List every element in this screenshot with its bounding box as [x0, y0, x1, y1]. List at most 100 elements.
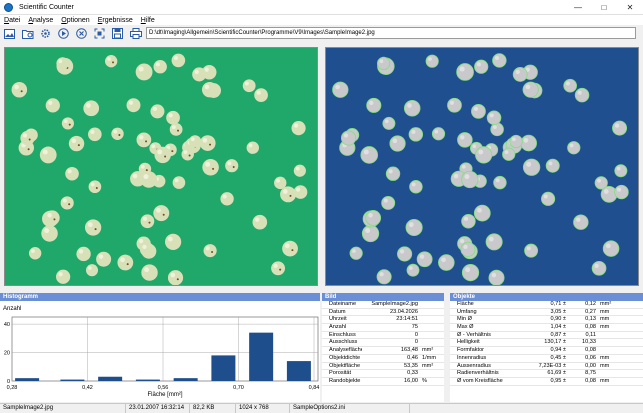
play-icon[interactable]	[57, 27, 70, 40]
detected-object	[438, 254, 455, 271]
x-tick-label: 0,84	[309, 385, 320, 391]
detected-object	[376, 269, 392, 285]
detected-object	[425, 54, 439, 68]
berry	[56, 57, 69, 70]
objekte-std: 10,33	[582, 339, 596, 346]
detected-object	[614, 184, 629, 200]
objekte-mean: 1,04 ±	[550, 324, 566, 331]
save-icon[interactable]	[111, 27, 124, 40]
objekte-mean: 0,90 ±	[550, 316, 566, 323]
objekte-mean: 0,95 ±	[550, 377, 566, 384]
bild-row: Objektdichte 0,46 1/mm	[322, 355, 444, 363]
histogram-bar	[286, 361, 311, 381]
detected-object	[405, 218, 423, 237]
detected-object	[612, 120, 628, 136]
berry	[154, 146, 171, 164]
objekte-key: Ø - Verhältnis	[457, 331, 491, 338]
menu-ergebnisse[interactable]: Ergebnisse	[94, 17, 137, 24]
window-controls: — □ ✕	[565, 0, 643, 15]
objekte-row: Fläche 0,71 ± 0,12 mm²	[450, 301, 643, 309]
stop-icon[interactable]	[75, 27, 88, 40]
berry	[39, 146, 57, 164]
image-path-field[interactable]: D:\dt\Imaging\Allgemein\ScientificCounte…	[146, 27, 636, 39]
berry	[199, 135, 216, 151]
detected-object	[366, 97, 382, 113]
menu-analyse[interactable]: Analyse	[24, 17, 57, 24]
berry	[192, 67, 207, 82]
bild-row: Objektfläche 53,35 mm²	[322, 363, 444, 371]
berry	[169, 122, 183, 136]
detected-object	[409, 179, 423, 194]
objekte-key: Innenradius	[457, 354, 487, 361]
bild-key: Objektdichte	[329, 354, 361, 361]
bild-key: Uhrzeit	[329, 316, 347, 323]
objekte-mean: 0,45 ±	[550, 354, 566, 361]
objekte-row: Ø - Verhältnis 0,87 ± 0,11	[450, 332, 643, 340]
objekte-key: Min Ø	[457, 316, 472, 323]
histogram-chart: Anzahl020400,28 0,42 0,56 0,70 0,84Fläche [m…	[3, 306, 320, 398]
app-icon	[4, 2, 13, 12]
berry	[202, 158, 219, 176]
fit-icon[interactable]	[93, 27, 106, 40]
menu-optionen[interactable]: Optionen	[57, 17, 93, 24]
berry	[220, 192, 234, 206]
detected-object	[416, 251, 433, 268]
x-tick-label: 0,56	[158, 385, 169, 391]
detected-object	[340, 130, 357, 146]
original-image-panel[interactable]	[4, 47, 318, 286]
window-title: Scientific Counter	[19, 3, 74, 11]
detected-object	[493, 175, 507, 190]
berry	[65, 166, 79, 181]
berry	[44, 210, 60, 226]
bild-value: 75	[411, 324, 418, 331]
detected-object	[502, 147, 516, 161]
bild-row: Anzahl 75	[322, 324, 444, 332]
berry	[117, 254, 134, 271]
open-folder-icon[interactable]	[21, 27, 34, 40]
berry	[246, 141, 260, 154]
detected-object	[522, 81, 539, 98]
berry	[140, 171, 158, 188]
minimize-button[interactable]: —	[565, 0, 591, 15]
bild-key: Dateiname	[329, 301, 357, 307]
berry	[271, 261, 286, 276]
objekte-mean: 0,71 ±	[550, 301, 566, 307]
analyzed-image-panel[interactable]	[325, 47, 639, 286]
bild-row: Datum 23.04.2026	[322, 309, 444, 317]
bild-unit: mm²	[422, 347, 434, 354]
berry	[136, 132, 152, 148]
print-icon[interactable]	[129, 27, 142, 40]
status-timestamp: 23.01.2007 16:32:14	[126, 404, 190, 413]
objekte-std: 0,00	[585, 362, 596, 369]
bild-row: Randobjekte 16,00%	[322, 378, 444, 386]
objekte-row: Formfaktor 0,94 ± 0,08	[450, 347, 643, 355]
detected-object	[567, 141, 581, 155]
detected-object	[520, 134, 537, 152]
detected-object	[563, 78, 577, 93]
berry	[171, 53, 186, 68]
objekte-row: Aussenradius 7,23E-03 ± 0,00 mm	[450, 363, 643, 371]
detected-object	[461, 263, 480, 282]
menu-datei[interactable]: Datei	[0, 17, 24, 24]
original-image	[5, 48, 317, 285]
open-image-icon[interactable]	[3, 27, 16, 40]
histogram-bar	[249, 332, 274, 381]
berry	[203, 244, 217, 258]
maximize-button[interactable]: □	[591, 0, 617, 15]
objekte-mean: 61,69 ±	[547, 370, 566, 377]
objekte-row: Min Ø 0,90 ± 0,13 mm	[450, 316, 643, 325]
objekte-key: Ø vom Kreisfläche	[457, 377, 503, 384]
menu-hilfe[interactable]: Hilfe	[137, 17, 159, 24]
close-button[interactable]: ✕	[617, 0, 643, 15]
berry	[293, 164, 306, 177]
bild-key: Datum	[329, 308, 346, 315]
objekte-row: Radienverhältnis 61,69 ± 8,75	[450, 370, 643, 378]
settings-icon[interactable]	[39, 27, 52, 40]
detected-object	[381, 195, 396, 210]
status-options-file: SampleOptions2.ini	[290, 404, 410, 413]
objekte-unit: mm²	[600, 301, 612, 307]
bild-table: Dateiname SampleImage2.jpg Datum 23.04.2026…	[322, 301, 444, 402]
berry	[139, 242, 155, 257]
histogram-panel: Anzahl 0 20 40 0,28 0,42 0,56 0,70 0,84 Fläche [m…	[0, 301, 320, 402]
x-tick-label: 0,42	[82, 385, 93, 391]
